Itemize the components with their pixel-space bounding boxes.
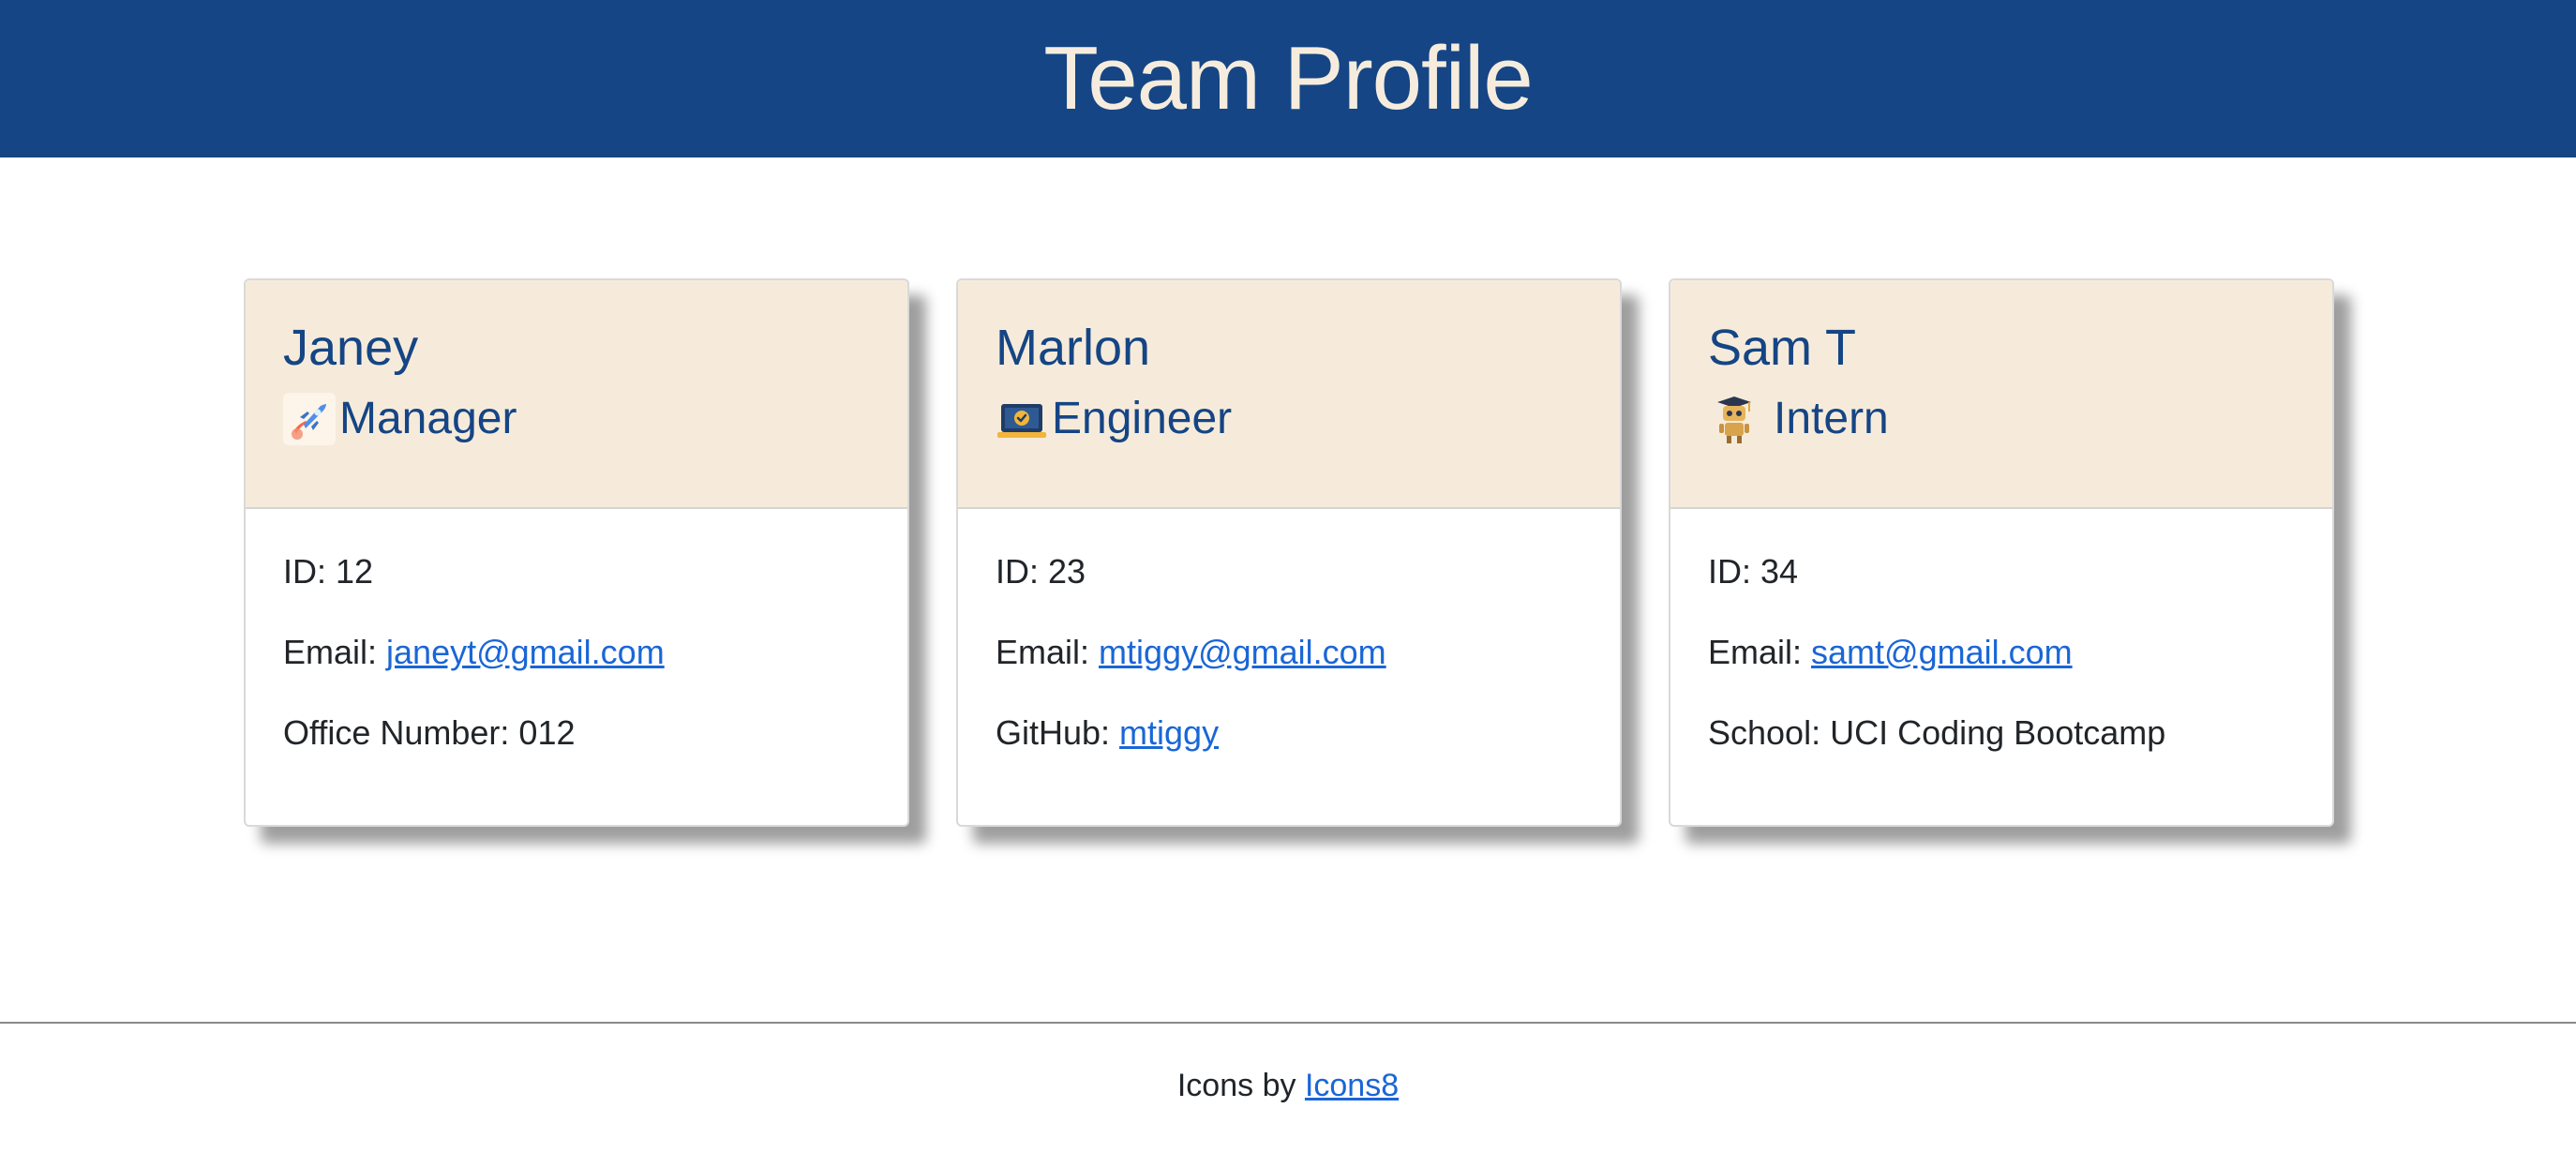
employee-role: Manager: [283, 391, 907, 447]
employee-name: Sam T: [1708, 320, 1857, 376]
github-link[interactable]: mtiggy: [1119, 713, 1219, 752]
office-number-label: Office Number:: [283, 713, 519, 752]
employee-id: ID: 34: [1708, 550, 2332, 631]
email-link[interactable]: mtiggy@gmail.com: [1099, 633, 1386, 671]
employee-email: Email: samt@gmail.com: [1708, 631, 2332, 711]
employee-card-manager: Janey Manager ID: 12 Email: janeyt@gmail…: [244, 278, 909, 827]
id-label: ID:: [996, 552, 1049, 591]
icons8-link[interactable]: Icons8: [1305, 1068, 1399, 1103]
employee-card-intern: Sam T Intern ID: 34 Email: samt@gmail.co…: [1669, 278, 2334, 827]
employee-github: GitHub: mtiggy: [996, 711, 1620, 792]
employee-email: Email: janeyt@gmail.com: [283, 631, 907, 711]
card-header: Janey Manager: [246, 280, 907, 509]
employee-office-number: Office Number: 012: [283, 711, 907, 792]
id-label: ID:: [1708, 552, 1761, 591]
email-label: Email:: [996, 633, 1100, 671]
employee-school: School: UCI Coding Bootcamp: [1708, 711, 2332, 792]
employee-role-label: Manager: [339, 394, 517, 443]
card-header: Marlon Engineer: [958, 280, 1620, 509]
employee-email: Email: mtiggy@gmail.com: [996, 631, 1620, 711]
employee-role-label: Intern: [1774, 394, 1889, 443]
page-title: Team Profile: [1043, 28, 1534, 128]
email-link[interactable]: samt@gmail.com: [1811, 633, 2073, 671]
id-label: ID:: [283, 552, 337, 591]
email-link[interactable]: janeyt@gmail.com: [386, 633, 665, 671]
laptop-check-icon: [996, 393, 1048, 445]
github-label: GitHub:: [996, 713, 1120, 752]
rocket-icon: [283, 393, 336, 445]
card-body: ID: 12 Email: janeyt@gmail.com Office Nu…: [246, 509, 907, 792]
email-label: Email:: [283, 633, 387, 671]
school-value: UCI Coding Bootcamp: [1830, 713, 2166, 752]
card-header: Sam T Intern: [1670, 280, 2332, 509]
office-number-value: 012: [518, 713, 576, 752]
id-value: 34: [1760, 552, 1799, 591]
employee-role-label: Engineer: [1052, 394, 1233, 443]
employee-role: Intern: [1708, 391, 2332, 447]
graduate-robot-icon: [1708, 393, 1760, 445]
employee-id: ID: 23: [996, 550, 1620, 631]
id-value: 23: [1048, 552, 1086, 591]
page-header: Team Profile: [0, 0, 2576, 157]
card-body: ID: 23 Email: mtiggy@gmail.com GitHub: m…: [958, 509, 1620, 792]
footer-divider: [0, 1022, 2576, 1024]
employee-name: Janey: [283, 320, 419, 376]
card-body: ID: 34 Email: samt@gmail.com School: UCI…: [1670, 509, 2332, 792]
email-label: Email:: [1708, 633, 1812, 671]
employee-role: Engineer: [996, 391, 1620, 447]
footer-credit-text: Icons by: [1176, 1068, 1305, 1103]
id-value: 12: [336, 552, 374, 591]
school-label: School:: [1708, 713, 1831, 752]
employee-name: Marlon: [996, 320, 1151, 376]
employee-card-engineer: Marlon Engineer ID: 23 Email: mtiggy@gma…: [956, 278, 1622, 827]
employee-id: ID: 12: [283, 550, 907, 631]
page-footer: Icons by Icons8: [0, 1065, 2576, 1106]
